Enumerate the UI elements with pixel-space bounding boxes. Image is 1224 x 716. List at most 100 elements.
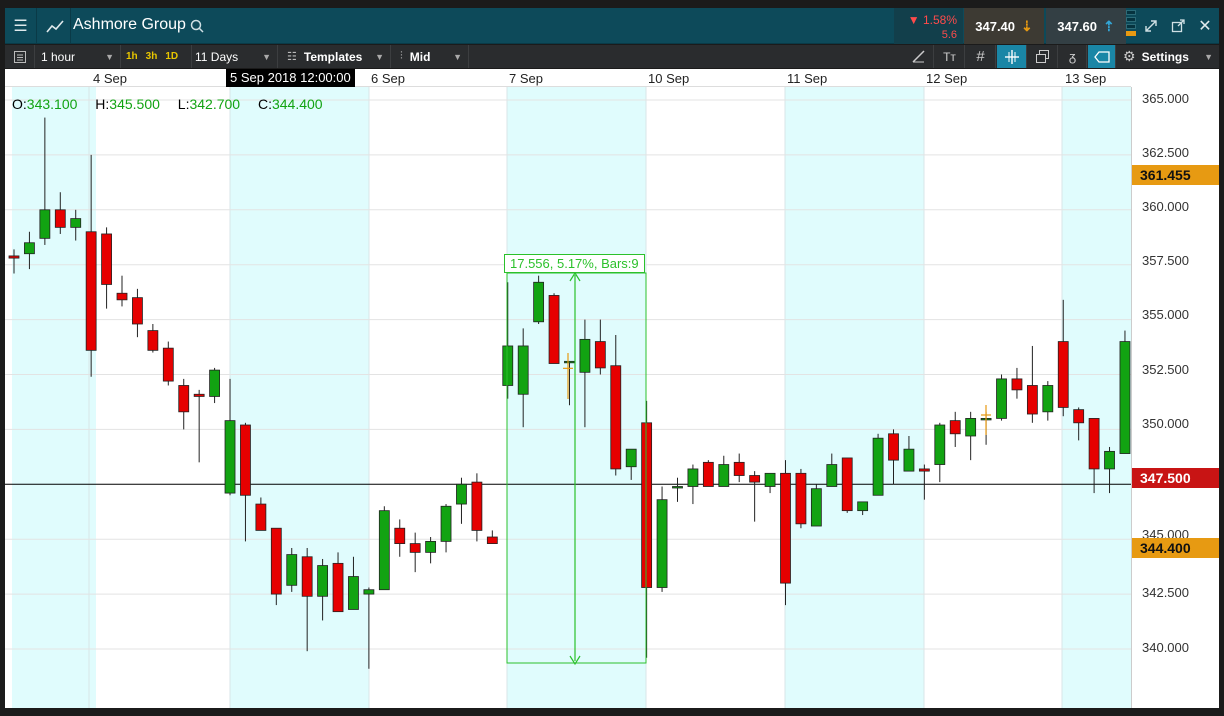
chart-toolbar: 1 hour ▼ 1h 3h 1D 11 Days ▼ ☷ Templates ▼ ⫶… bbox=[5, 45, 1219, 68]
label-icon[interactable] bbox=[1088, 45, 1116, 68]
candle-body bbox=[625, 448, 637, 468]
line-chart-icon[interactable] bbox=[39, 8, 71, 44]
open-label: O: bbox=[12, 96, 27, 112]
buy-price: 347.60 bbox=[1057, 18, 1098, 34]
candlestick-plot[interactable] bbox=[5, 69, 1131, 708]
crosshair-price-tag: 347.500 bbox=[1132, 468, 1219, 488]
settings-label: Settings bbox=[1141, 49, 1189, 64]
candle-body bbox=[85, 231, 97, 351]
candle-body bbox=[857, 501, 869, 512]
close-icon[interactable]: ✕ bbox=[1192, 8, 1218, 44]
range-value: 11 Days bbox=[195, 49, 239, 64]
candle-body bbox=[718, 464, 730, 487]
grid-icon[interactable]: # bbox=[966, 45, 996, 68]
candle-body bbox=[702, 461, 714, 487]
crosshair-icon[interactable] bbox=[997, 45, 1027, 68]
sell-button[interactable]: 347.40 ⇣ bbox=[964, 8, 1044, 44]
candle-body bbox=[579, 338, 591, 373]
buy-button[interactable]: 347.60 ⇡ bbox=[1046, 8, 1126, 44]
price-tick: 340.000 bbox=[1142, 640, 1189, 655]
candle-body bbox=[687, 468, 699, 487]
candle-body bbox=[548, 295, 560, 364]
price-tick: 362.500 bbox=[1142, 145, 1189, 160]
candle-body bbox=[178, 385, 190, 413]
day-shade bbox=[785, 87, 924, 708]
range-select[interactable]: 11 Days ▼ bbox=[193, 45, 278, 68]
price-type-icon: ⫶ bbox=[400, 50, 403, 62]
low-value: 342.700 bbox=[189, 96, 241, 112]
candle-body bbox=[1104, 450, 1115, 470]
indicator-icon[interactable]: ᵹ bbox=[1059, 45, 1087, 68]
list-icon[interactable] bbox=[5, 45, 35, 68]
candle-body bbox=[255, 503, 267, 531]
candle-body bbox=[533, 281, 545, 323]
candle-body bbox=[24, 242, 35, 255]
candle-body bbox=[486, 536, 498, 544]
gear-icon: ⚙ bbox=[1123, 48, 1136, 64]
status-strip bbox=[5, 708, 1219, 716]
candle-body bbox=[1042, 385, 1054, 413]
date-label: 12 Sep bbox=[926, 71, 968, 86]
change-absolute: 5.6 bbox=[941, 29, 957, 41]
arrow-up-icon: ⇡ bbox=[1103, 17, 1115, 34]
layers-icon[interactable] bbox=[1028, 45, 1058, 68]
candle-body bbox=[147, 330, 159, 351]
candle-body bbox=[1026, 385, 1038, 415]
candle-body bbox=[502, 345, 514, 386]
price-axis[interactable]: 365.000 362.500 360.000 357.500 355.000 … bbox=[1131, 87, 1219, 708]
candle-body bbox=[209, 369, 220, 397]
candle-body bbox=[425, 540, 437, 553]
candle-body bbox=[378, 510, 390, 591]
candle-body bbox=[270, 527, 282, 595]
candle-body bbox=[240, 424, 251, 496]
crosshair-date-label: 5 Sep 2018 12:00:00 bbox=[226, 69, 355, 87]
quick-intervals: 1h 3h 1D bbox=[122, 45, 192, 68]
price-tick: 360.000 bbox=[1142, 199, 1189, 214]
candle-body bbox=[934, 424, 946, 465]
date-label: 10 Sep bbox=[648, 71, 690, 86]
date-label: 7 Sep bbox=[509, 71, 543, 86]
templates-icon: ☷ bbox=[287, 51, 297, 63]
menu-icon[interactable]: ☰ bbox=[5, 8, 37, 44]
sell-price: 347.40 bbox=[975, 18, 1016, 34]
price-tick: 365.000 bbox=[1142, 91, 1189, 106]
pencil-icon[interactable] bbox=[904, 45, 934, 68]
popout-icon[interactable] bbox=[1165, 8, 1191, 44]
candle-body bbox=[1073, 409, 1085, 424]
candle-body bbox=[749, 475, 761, 483]
price-type-select[interactable]: ⫶ Mid ▼ bbox=[392, 45, 469, 68]
candle-body bbox=[8, 255, 20, 259]
candle-body bbox=[348, 576, 359, 610]
text-icon[interactable]: Tт bbox=[935, 45, 965, 68]
settings-select[interactable]: ⚙ Settings ▼ bbox=[1117, 45, 1219, 68]
instrument-title: Ashmore Group bbox=[73, 16, 186, 33]
candle-body bbox=[1119, 341, 1131, 454]
candle-body bbox=[996, 378, 1007, 419]
candle-body bbox=[332, 562, 344, 613]
candle-body bbox=[162, 347, 174, 382]
arrow-down-icon: ⇣ bbox=[1021, 17, 1033, 34]
chart-area[interactable]: 4 Sep 5 Sep 2018 12:00:00 6 Sep 7 Sep 10… bbox=[5, 69, 1219, 708]
candle-body bbox=[872, 437, 884, 496]
candle-body bbox=[394, 527, 406, 544]
interval-3h-button[interactable]: 3h bbox=[142, 51, 162, 62]
candle-body bbox=[641, 422, 653, 588]
candle-body bbox=[1088, 418, 1100, 470]
candle-body bbox=[903, 448, 915, 472]
candle-body bbox=[517, 345, 529, 395]
close-price-tag: 344.400 bbox=[1132, 538, 1219, 558]
candle-body bbox=[224, 420, 236, 494]
close-value: 344.400 bbox=[271, 96, 323, 112]
templates-select[interactable]: ☷ Templates ▼ bbox=[279, 45, 391, 68]
interval-1d-button[interactable]: 1D bbox=[161, 51, 182, 62]
expand-icon[interactable] bbox=[1138, 8, 1164, 44]
candle-body bbox=[1057, 341, 1069, 408]
date-label: 11 Sep bbox=[787, 71, 828, 86]
candle-body bbox=[949, 420, 961, 435]
search-icon[interactable] bbox=[185, 8, 209, 44]
candle-body bbox=[101, 233, 112, 285]
interval-select[interactable]: 1 hour ▼ bbox=[36, 45, 121, 68]
high-label: H: bbox=[95, 96, 110, 112]
interval-1h-button[interactable]: 1h bbox=[122, 51, 142, 62]
measure-label[interactable]: 17.556, 5.17%, Bars:9 bbox=[504, 254, 645, 273]
